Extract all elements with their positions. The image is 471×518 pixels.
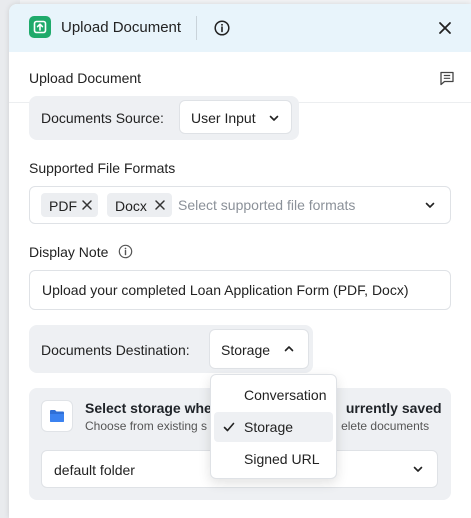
documents-destination-label: Documents Destination:	[41, 342, 190, 358]
comment-icon[interactable]	[439, 70, 455, 86]
display-note-label: Display Note	[29, 244, 109, 260]
format-chip-label: Docx	[115, 198, 147, 214]
documents-source-row: Documents Source: User Input	[29, 96, 299, 140]
display-note-value: Upload your completed Loan Application F…	[42, 282, 409, 298]
documents-destination-select[interactable]: Storage	[209, 329, 309, 369]
dropdown-option-conversation[interactable]: Conversation	[214, 380, 333, 410]
panel-title: Upload Document	[61, 19, 182, 36]
folder-icon-tile	[41, 400, 73, 432]
storage-title-right: urrently saved	[345, 400, 442, 416]
dropdown-option-label: Storage	[244, 419, 294, 435]
documents-source-select[interactable]: User Input	[179, 100, 292, 134]
format-chip-label: PDF	[49, 198, 77, 214]
documents-source-label: Documents Source:	[41, 110, 164, 126]
chevron-down-icon	[269, 115, 279, 121]
remove-chip-icon[interactable]	[154, 199, 166, 211]
panel-header: Upload Document	[9, 4, 471, 52]
supported-formats-label: Supported File Formats	[29, 160, 176, 176]
info-icon[interactable]	[214, 20, 230, 36]
chevron-down-icon	[413, 466, 423, 472]
format-chip-pdf: PDF	[41, 193, 98, 217]
dropdown-option-storage[interactable]: Storage	[214, 412, 333, 442]
storage-subtitle-left: Choose from existing s	[85, 419, 208, 433]
documents-source-value: User Input	[191, 110, 256, 126]
close-icon[interactable]	[437, 20, 453, 36]
info-icon[interactable]	[118, 244, 133, 259]
storage-title-left: Select storage whe	[85, 400, 212, 416]
dropdown-option-label: Conversation	[244, 387, 327, 403]
format-chip-docx: Docx	[107, 193, 172, 217]
dropdown-option-signed-url[interactable]: Signed URL	[214, 444, 333, 474]
header-divider	[196, 16, 197, 40]
storage-folder-value: default folder	[54, 462, 135, 478]
storage-subtitle-right: elete documents	[341, 419, 430, 433]
remove-chip-icon[interactable]	[81, 199, 93, 211]
documents-destination-row: Documents Destination: Storage	[29, 325, 313, 373]
dropdown-option-label: Signed URL	[244, 451, 320, 467]
chevron-down-icon[interactable]	[424, 199, 436, 211]
documents-destination-value: Storage	[221, 342, 271, 358]
subheader-title: Upload Document	[29, 70, 142, 86]
supported-formats-placeholder: Select supported file formats	[178, 197, 356, 213]
check-icon	[223, 422, 235, 432]
supported-formats-input[interactable]: PDF Docx Select supported file formats	[29, 186, 451, 224]
chevron-up-icon	[284, 346, 294, 352]
upload-document-panel: Upload Document Upload Document Document…	[9, 4, 471, 518]
display-note-input[interactable]: Upload your completed Loan Application F…	[29, 270, 451, 310]
destination-dropdown-menu: Conversation Storage Signed URL	[210, 374, 337, 479]
upload-document-icon	[29, 16, 51, 38]
folder-icon	[50, 410, 64, 422]
